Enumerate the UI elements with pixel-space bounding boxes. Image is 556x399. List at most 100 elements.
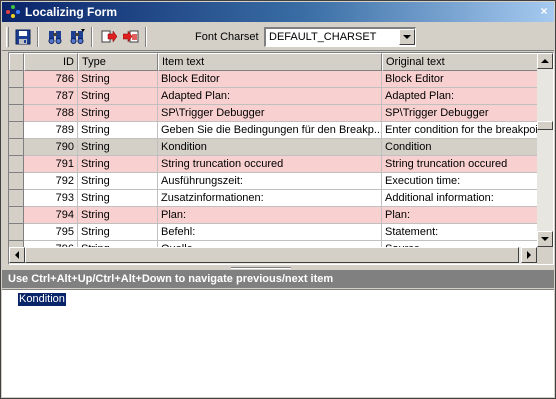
app-icon	[5, 4, 21, 20]
export-button[interactable]	[98, 26, 120, 48]
row-selector[interactable]	[9, 190, 24, 207]
cell-original-text[interactable]: Plan:	[382, 207, 537, 224]
dropdown-button[interactable]	[399, 29, 415, 45]
cell-type[interactable]: String	[78, 71, 158, 88]
scroll-down-button[interactable]	[537, 231, 553, 247]
cell-type[interactable]: String	[78, 224, 158, 241]
vertical-scroll-thumb[interactable]	[537, 121, 553, 130]
grid-rows: 786 String Block Editor Block Editor 787 Stri…	[9, 71, 537, 247]
cell-type[interactable]: String	[78, 122, 158, 139]
cell-item-text[interactable]: Block Editor	[158, 71, 382, 88]
navigation-hint: Use Ctrl+Alt+Up/Ctrl+Alt+Down to navigat…	[2, 270, 554, 288]
row-selector[interactable]	[9, 207, 24, 224]
find-next-button[interactable]	[66, 26, 88, 48]
cell-type[interactable]: String	[78, 88, 158, 105]
cell-original-text[interactable]: String truncation occured	[382, 156, 537, 173]
column-header-item-text[interactable]: Item text	[158, 53, 382, 71]
export-icon	[101, 30, 117, 43]
editor-selected-text[interactable]: Kondition	[18, 293, 66, 306]
toolbar: Font Charset DEFAULT_CHARSET	[2, 23, 554, 51]
vertical-scrollbar[interactable]	[537, 53, 553, 247]
cell-id[interactable]: 787	[24, 88, 78, 105]
close-icon[interactable]: ×	[537, 5, 551, 19]
row-selector[interactable]	[9, 88, 24, 105]
row-selector[interactable]	[9, 173, 24, 190]
cell-item-text[interactable]: Plan:	[158, 207, 382, 224]
cell-original-text[interactable]: Block Editor	[382, 71, 537, 88]
cell-original-text[interactable]: SP\Trigger Debugger	[382, 105, 537, 122]
cell-item-text[interactable]: Geben Sie die Bedingungen für den Breakp…	[158, 122, 382, 139]
cell-type[interactable]: String	[78, 173, 158, 190]
cell-id[interactable]: 786	[24, 71, 78, 88]
cell-item-text[interactable]: Ausführungszeit:	[158, 173, 382, 190]
arrow-up-icon	[541, 59, 549, 63]
toolbar-grip[interactable]	[6, 27, 9, 47]
splitter-handle[interactable]	[231, 267, 291, 269]
arrow-left-icon	[15, 251, 19, 259]
cell-original-text[interactable]: Enter condition for the breakpoint:	[382, 122, 537, 139]
find-next-icon	[70, 29, 85, 44]
toolbar-separator	[145, 27, 147, 47]
chevron-down-icon	[403, 35, 411, 39]
cell-id[interactable]: 788	[24, 105, 78, 122]
cell-type[interactable]: String	[78, 156, 158, 173]
scroll-up-button[interactable]	[537, 53, 553, 69]
row-selector[interactable]	[9, 139, 24, 156]
cell-id[interactable]: 792	[24, 173, 78, 190]
column-header-original-text[interactable]: Original text	[382, 53, 537, 71]
table-row[interactable]: 795 String Befehl: Statement:	[9, 224, 537, 241]
row-selector[interactable]	[9, 224, 24, 241]
cell-id[interactable]: 795	[24, 224, 78, 241]
localizing-form-window: Localizing Form × Font Charset DEFAULT_C…	[0, 0, 556, 399]
scroll-left-button[interactable]	[9, 247, 25, 263]
table-row[interactable]: 786 String Block Editor Block Editor	[9, 71, 537, 88]
strings-grid[interactable]: ID Type Item text Original text 786 Strin…	[8, 52, 554, 265]
cell-id[interactable]: 790	[24, 139, 78, 156]
import-button[interactable]	[120, 26, 142, 48]
table-row[interactable]: 792 String Ausführungszeit: Execution time:	[9, 173, 537, 190]
table-row[interactable]: 791 String String truncation occured String…	[9, 156, 537, 173]
table-row[interactable]: 794 String Plan: Plan:	[9, 207, 537, 224]
table-row[interactable]: 789 String Geben Sie die Bedingungen für d…	[9, 122, 537, 139]
cell-item-text[interactable]: Befehl:	[158, 224, 382, 241]
cell-type[interactable]: String	[78, 190, 158, 207]
scroll-right-button[interactable]	[521, 247, 537, 263]
row-selector[interactable]	[9, 156, 24, 173]
cell-item-text[interactable]: String truncation occured	[158, 156, 382, 173]
row-selector[interactable]	[9, 122, 24, 139]
table-row[interactable]: 788 String SP\Trigger Debugger SP\Trigger D…	[9, 105, 537, 122]
cell-original-text[interactable]: Adapted Plan:	[382, 88, 537, 105]
save-button[interactable]	[12, 26, 34, 48]
horizontal-scroll-thumb[interactable]	[25, 247, 519, 263]
cell-original-text[interactable]: Additional information:	[382, 190, 537, 207]
find-button[interactable]	[44, 26, 66, 48]
grid-header: ID Type Item text Original text	[9, 53, 537, 71]
cell-item-text[interactable]: Zusatzinformationen:	[158, 190, 382, 207]
cell-id[interactable]: 791	[24, 156, 78, 173]
cell-item-text[interactable]: Adapted Plan:	[158, 88, 382, 105]
cell-type[interactable]: String	[78, 105, 158, 122]
table-row[interactable]: 793 String Zusatzinformationen: Additional …	[9, 190, 537, 207]
horizontal-scrollbar[interactable]	[9, 247, 537, 264]
arrow-down-icon	[541, 237, 549, 241]
translation-editor[interactable]: Kondition	[2, 289, 554, 397]
cell-original-text[interactable]: Statement:	[382, 224, 537, 241]
title-bar[interactable]: Localizing Form ×	[2, 2, 554, 22]
font-charset-select[interactable]: DEFAULT_CHARSET	[264, 27, 416, 47]
row-selector[interactable]	[9, 71, 24, 88]
cell-item-text[interactable]: Kondition	[158, 139, 382, 156]
save-icon	[15, 29, 31, 45]
cell-type[interactable]: String	[78, 139, 158, 156]
column-header-id[interactable]: ID	[24, 53, 78, 71]
cell-type[interactable]: String	[78, 207, 158, 224]
table-row[interactable]: 790 String Kondition Condition	[9, 139, 537, 156]
column-header-type[interactable]: Type	[78, 53, 158, 71]
cell-original-text[interactable]: Execution time:	[382, 173, 537, 190]
cell-id[interactable]: 793	[24, 190, 78, 207]
cell-original-text[interactable]: Condition	[382, 139, 537, 156]
table-row[interactable]: 787 String Adapted Plan: Adapted Plan:	[9, 88, 537, 105]
cell-id[interactable]: 794	[24, 207, 78, 224]
cell-item-text[interactable]: SP\Trigger Debugger	[158, 105, 382, 122]
cell-id[interactable]: 789	[24, 122, 78, 139]
row-selector[interactable]	[9, 105, 24, 122]
